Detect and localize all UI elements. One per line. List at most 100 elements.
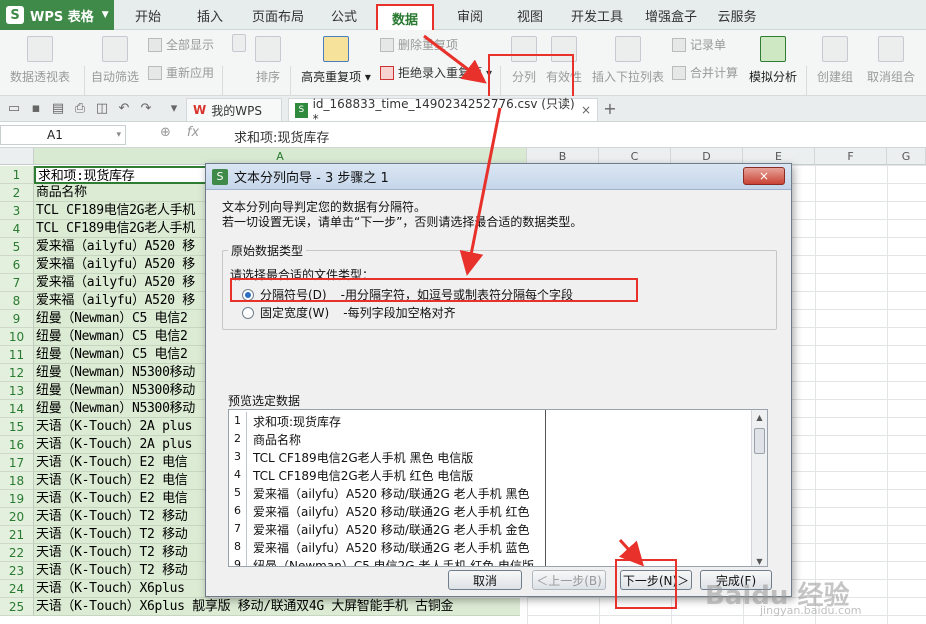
row-header[interactable]: 9: [0, 310, 34, 328]
undo-icon[interactable]: ↶: [116, 100, 132, 116]
column-header-F[interactable]: F: [815, 148, 887, 165]
simulation-analysis-button[interactable]: 模拟分析: [746, 36, 800, 85]
scroll-down-icon[interactable]: ▼: [752, 554, 767, 566]
reject-duplicates-button[interactable]: 拒绝录入重复项 ▾: [380, 64, 492, 81]
cell-A[interactable]: 天语（K-Touch）2A plus: [34, 418, 210, 436]
menu-enhance-box[interactable]: 增强盒子: [638, 0, 704, 30]
cell-A[interactable]: 商品名称: [34, 184, 210, 202]
cell-A[interactable]: 爱来福（ailyfu）A520 移: [34, 274, 210, 292]
cell-A[interactable]: 求和项:现货库存: [34, 166, 210, 184]
row-header[interactable]: 2: [0, 184, 34, 202]
row-header[interactable]: 24: [0, 580, 34, 598]
row-header[interactable]: 14: [0, 400, 34, 418]
ungroup-button[interactable]: 取消组合: [862, 36, 920, 85]
print-icon[interactable]: ⎙: [72, 100, 88, 116]
record-form-button[interactable]: 记录单: [672, 36, 726, 53]
name-box[interactable]: A1 ▾: [0, 125, 126, 145]
row-header[interactable]: 5: [0, 238, 34, 256]
cell-A[interactable]: 爱来福（ailyfu）A520 移: [34, 256, 210, 274]
menu-page-layout[interactable]: 页面布局: [246, 0, 310, 30]
select-all-corner[interactable]: [0, 148, 34, 165]
create-group-button[interactable]: 创建组: [812, 36, 858, 85]
radio-fixed-width[interactable]: 固定宽度(W) -每列字段加空格对齐: [242, 304, 456, 321]
menu-review[interactable]: 审阅: [446, 0, 494, 30]
sort-asc-button[interactable]: [230, 34, 248, 52]
redo-icon[interactable]: ↷: [138, 100, 154, 116]
row-header[interactable]: 25: [0, 598, 34, 616]
save-icon[interactable]: ▪: [28, 100, 44, 116]
cell-A[interactable]: 天语（K-Touch）E2 电信: [34, 472, 210, 490]
cell-A[interactable]: 天语（K-Touch）T2 移动: [34, 508, 210, 526]
cell-A[interactable]: 纽曼（Newman）C5 电信2: [34, 328, 210, 346]
row-header[interactable]: 8: [0, 292, 34, 310]
row-header[interactable]: 16: [0, 436, 34, 454]
row-header[interactable]: 11: [0, 346, 34, 364]
highlight-duplicates-button[interactable]: 高亮重复项 ▾: [300, 36, 372, 85]
chevron-down-icon[interactable]: ▾: [166, 100, 182, 116]
row-header[interactable]: 22: [0, 544, 34, 562]
cell-A[interactable]: 天语（K-Touch）X6plus: [34, 580, 210, 598]
cell-A[interactable]: TCL CF189电信2G老人手机: [34, 220, 210, 238]
row-header[interactable]: 10: [0, 328, 34, 346]
cell-A[interactable]: 纽曼（Newman）N5300移动: [34, 400, 210, 418]
delete-duplicates-button[interactable]: 删除重复项: [380, 36, 458, 53]
autofilter-button[interactable]: 自动筛选: [90, 36, 140, 85]
preview-scrollbar[interactable]: ▲ ▼: [751, 410, 767, 566]
row-header[interactable]: 23: [0, 562, 34, 580]
cell-A[interactable]: 天语（K-Touch）E2 电信: [34, 490, 210, 508]
cell-A[interactable]: 天语（K-Touch）T2 移动: [34, 544, 210, 562]
menu-start[interactable]: 开始: [124, 0, 172, 30]
cell-A[interactable]: 纽曼（Newman）C5 电信2: [34, 310, 210, 328]
cell-A[interactable]: 纽曼（Newman）N5300移动: [34, 382, 210, 400]
cell-A[interactable]: 天语（K-Touch）T2 移动: [34, 526, 210, 544]
cell-A[interactable]: 天语（K-Touch）E2 电信: [34, 454, 210, 472]
pivot-table-button[interactable]: 数据透视表: [8, 36, 72, 85]
row-header[interactable]: 4: [0, 220, 34, 238]
scroll-thumb[interactable]: [754, 428, 765, 454]
formula-input[interactable]: 求和项:现货库存: [234, 127, 329, 146]
prev-step-button[interactable]: ＜上一步(B): [532, 570, 606, 590]
row-header[interactable]: 19: [0, 490, 34, 508]
folder-icon[interactable]: ▭: [6, 100, 22, 116]
dialog-close-button[interactable]: ×: [743, 167, 785, 185]
close-icon[interactable]: ×: [581, 103, 591, 117]
cell-A[interactable]: 纽曼（Newman）C5 电信2: [34, 346, 210, 364]
menu-formula[interactable]: 公式: [320, 0, 368, 30]
app-menu-button[interactable]: S WPS 表格 ▼: [0, 0, 114, 30]
cell-A[interactable]: 爱来福（ailyfu）A520 移: [34, 292, 210, 310]
row-header[interactable]: 12: [0, 364, 34, 382]
preview-icon[interactable]: ◫: [94, 100, 110, 116]
tab-my-wps[interactable]: W 我的WPS: [186, 98, 282, 121]
merge-calc-button[interactable]: 合并计算: [672, 64, 738, 81]
scroll-up-icon[interactable]: ▲: [752, 410, 767, 424]
zoom-icon[interactable]: ⊕: [160, 125, 171, 140]
row-header[interactable]: 3: [0, 202, 34, 220]
cell-A[interactable]: 天语（K-Touch）T2 移动: [34, 562, 210, 580]
row-header[interactable]: 21: [0, 526, 34, 544]
cell-A[interactable]: 纽曼（Newman）N5300移动: [34, 364, 210, 382]
row-header[interactable]: 18: [0, 472, 34, 490]
tab-csv-file[interactable]: S id_168833_time_1490234252776.csv (只读) …: [288, 97, 598, 126]
menu-insert[interactable]: 插入: [186, 0, 234, 30]
cell-A[interactable]: 天语（K-Touch）2A plus: [34, 436, 210, 454]
cell-A[interactable]: TCL CF189电信2G老人手机: [34, 202, 210, 220]
cell-A[interactable]: 天语（K-Touch）X6plus 靓享版 移动/联通双4G 大屏智能手机 古铜…: [34, 598, 520, 616]
menu-view[interactable]: 视图: [506, 0, 554, 30]
show-all-button[interactable]: 全部显示: [148, 36, 214, 53]
column-header-G[interactable]: G: [887, 148, 926, 165]
preview-pane[interactable]: 1 求和项:现货库存 2 商品名称 3 TCL CF189电信2G老人手机 黑色 电信版 4…: [228, 409, 768, 567]
row-header[interactable]: 6: [0, 256, 34, 274]
menu-data[interactable]: 数据: [376, 4, 434, 32]
pdf-icon[interactable]: ▤: [50, 100, 66, 116]
menu-cloud[interactable]: 云服务: [710, 0, 764, 30]
insert-dropdown-button[interactable]: 插入下拉列表: [590, 36, 666, 85]
reapply-button[interactable]: 重新应用: [148, 64, 214, 81]
plus-icon[interactable]: +: [602, 99, 618, 118]
sort-button[interactable]: 排序: [252, 36, 284, 85]
cell-A[interactable]: 爱来福（ailyfu）A520 移: [34, 238, 210, 256]
row-header[interactable]: 15: [0, 418, 34, 436]
row-header[interactable]: 13: [0, 382, 34, 400]
fx-icon[interactable]: fx: [187, 125, 199, 140]
cancel-button[interactable]: 取消: [448, 570, 522, 590]
row-header[interactable]: 1: [0, 166, 34, 184]
